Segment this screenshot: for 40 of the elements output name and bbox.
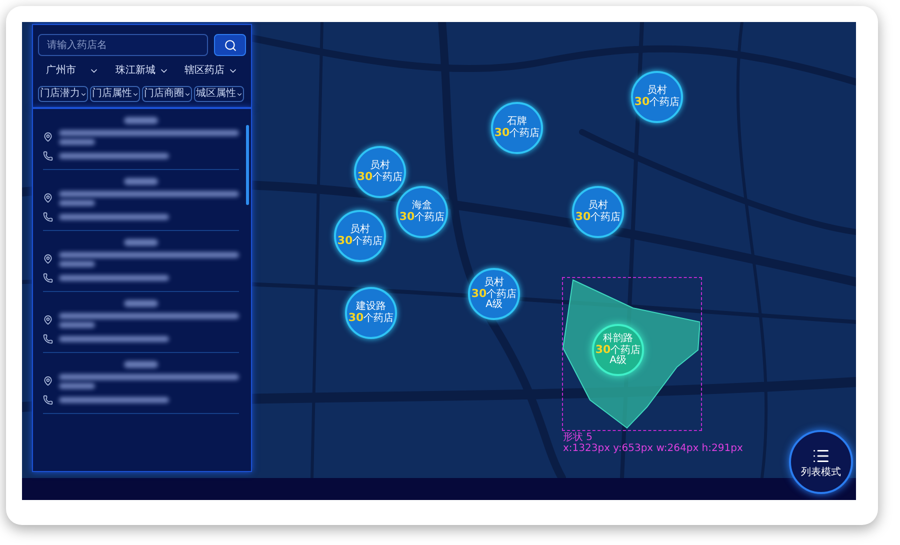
location-pin-icon — [43, 132, 53, 142]
blurred-text — [124, 239, 158, 246]
filter-dropdown[interactable]: 门店属性 — [90, 86, 140, 102]
cluster-marker[interactable]: 海盒 30个药店 — [396, 186, 448, 238]
blurred-text — [124, 117, 158, 124]
search-button[interactable] — [214, 34, 246, 56]
cluster-marker[interactable]: 员村 30个药店 A级 — [468, 268, 520, 320]
phone-icon — [43, 334, 53, 344]
selection-geometry: x:1323px y:653px w:264px h:291px — [563, 443, 743, 454]
cluster-marker[interactable]: 员村 30个药店 — [354, 146, 406, 198]
blurred-text — [124, 300, 158, 307]
location-pin-icon — [43, 376, 53, 386]
phone-icon — [43, 212, 53, 222]
chevron-icon — [132, 90, 139, 98]
cluster-marker[interactable]: 员村 30个药店 — [334, 210, 386, 262]
filter-dropdown[interactable]: 门店潜力 — [38, 86, 88, 102]
blurred-text — [124, 178, 158, 185]
filter-dropdown[interactable]: 广州市 — [38, 62, 108, 80]
selection-title: 形状 5 — [563, 432, 594, 443]
filter-dropdown[interactable]: 城区属性 — [194, 86, 244, 102]
filter-dropdown[interactable]: 珠江新城 — [107, 62, 177, 80]
phone-icon — [43, 151, 53, 161]
location-pin-icon — [43, 193, 53, 203]
chevron-icon — [236, 90, 243, 98]
location-pin-icon — [43, 315, 53, 325]
phone-icon — [43, 395, 53, 405]
search-field[interactable]: 请输入药店名 — [38, 34, 208, 56]
blurred-text — [124, 361, 158, 368]
filter-dropdown[interactable]: 辖区药店 — [176, 62, 246, 80]
cluster-marker[interactable]: 石牌 30个药店 — [491, 102, 543, 154]
search-icon — [224, 38, 236, 52]
cluster-marker[interactable]: 员村 30个药店 — [572, 186, 624, 238]
phone-icon — [43, 273, 53, 283]
filter-dropdown[interactable]: 门店商圈 — [142, 86, 192, 102]
chevron-icon — [184, 90, 191, 98]
location-pin-icon — [43, 254, 53, 264]
chevron-icon — [80, 90, 87, 98]
scrollbar-thumb[interactable] — [246, 125, 249, 205]
cluster-marker[interactable]: 建设路 30个药店 — [345, 287, 397, 339]
cluster-marker[interactable]: 员村 30个药店 — [631, 71, 683, 123]
